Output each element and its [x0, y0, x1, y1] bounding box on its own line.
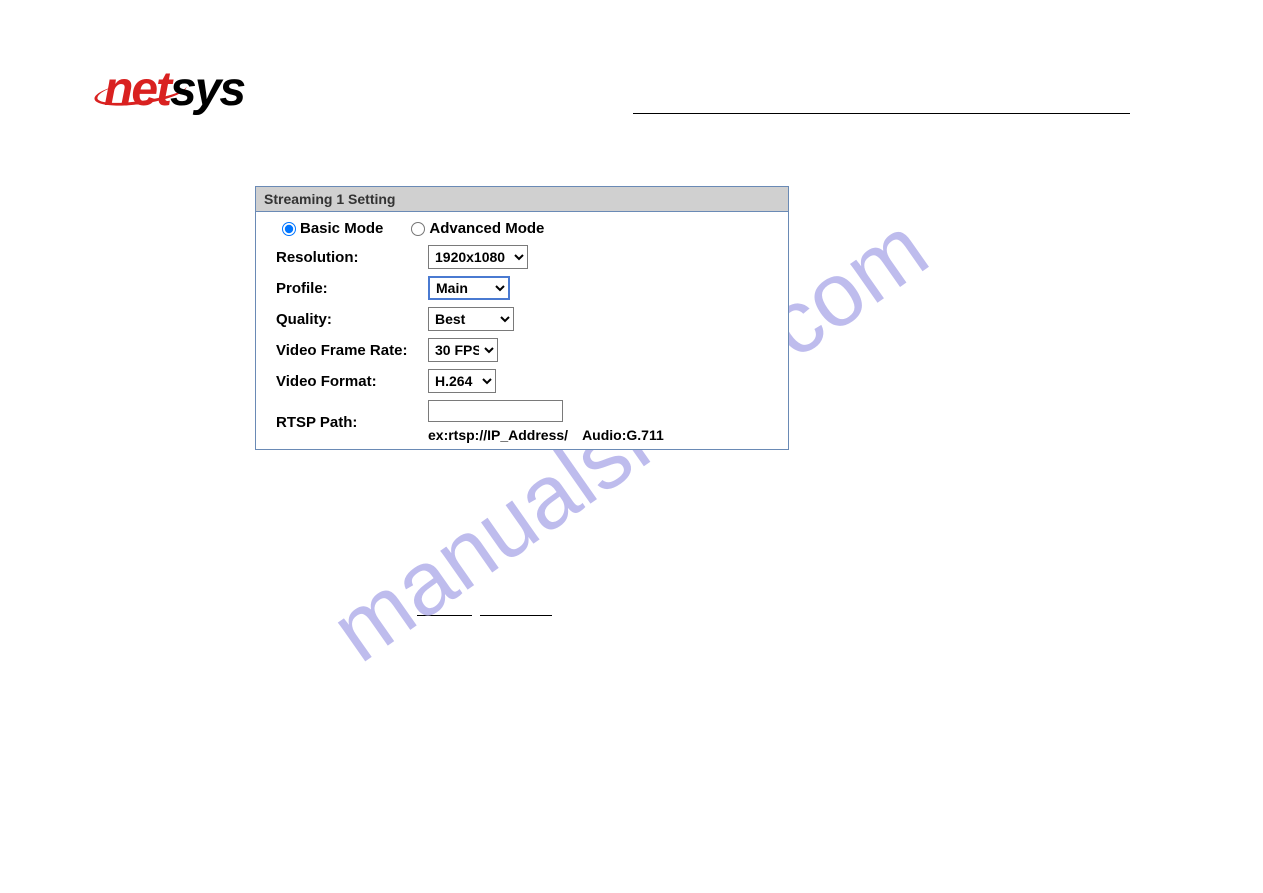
- format-select[interactable]: H.264: [428, 369, 496, 393]
- fps-label: Video Frame Rate:: [276, 342, 428, 359]
- advanced-mode-label: Advanced Mode: [429, 220, 544, 237]
- basic-mode-option[interactable]: Basic Mode: [282, 220, 383, 237]
- rtsp-hint-example: ex:rtsp://IP_Address/: [428, 427, 568, 443]
- fps-select[interactable]: 30 FPS: [428, 338, 498, 362]
- mode-radio-group: Basic Mode Advanced Mode: [282, 220, 768, 237]
- basic-mode-label: Basic Mode: [300, 220, 383, 237]
- format-row: Video Format: H.264: [276, 369, 768, 393]
- resolution-select[interactable]: 1920x1080: [428, 245, 528, 269]
- brand-logo: netsys: [104, 62, 244, 117]
- logo-part-net: net: [104, 63, 170, 116]
- profile-label: Profile:: [276, 280, 428, 297]
- streaming-settings-panel: Streaming 1 Setting Basic Mode Advanced …: [255, 186, 789, 450]
- quality-label: Quality:: [276, 311, 428, 328]
- rtsp-hint-row: ex:rtsp://IP_Address/ Audio:G.711: [428, 427, 664, 443]
- logo-part-sys: sys: [170, 63, 244, 116]
- rtsp-row: RTSP Path: ex:rtsp://IP_Address/ Audio:G…: [276, 400, 768, 443]
- panel-body: Basic Mode Advanced Mode Resolution: 192…: [256, 212, 788, 449]
- format-label: Video Format:: [276, 373, 428, 390]
- rtsp-label: RTSP Path:: [276, 400, 428, 431]
- quality-row: Quality: Best: [276, 307, 768, 331]
- resolution-row: Resolution: 1920x1080: [276, 245, 768, 269]
- basic-mode-radio[interactable]: [282, 222, 296, 236]
- profile-row: Profile: Main: [276, 276, 768, 300]
- advanced-mode-radio[interactable]: [411, 222, 425, 236]
- resolution-label: Resolution:: [276, 249, 428, 266]
- lower-underline: [417, 615, 552, 616]
- quality-select[interactable]: Best: [428, 307, 514, 331]
- profile-select[interactable]: Main: [428, 276, 510, 300]
- rtsp-input[interactable]: [428, 400, 563, 422]
- rtsp-hint-audio: Audio:G.711: [582, 427, 664, 443]
- panel-title: Streaming 1 Setting: [256, 187, 788, 212]
- header-divider: [633, 113, 1130, 114]
- rtsp-right-column: ex:rtsp://IP_Address/ Audio:G.711: [428, 400, 664, 443]
- fps-row: Video Frame Rate: 30 FPS: [276, 338, 768, 362]
- advanced-mode-option[interactable]: Advanced Mode: [411, 220, 544, 237]
